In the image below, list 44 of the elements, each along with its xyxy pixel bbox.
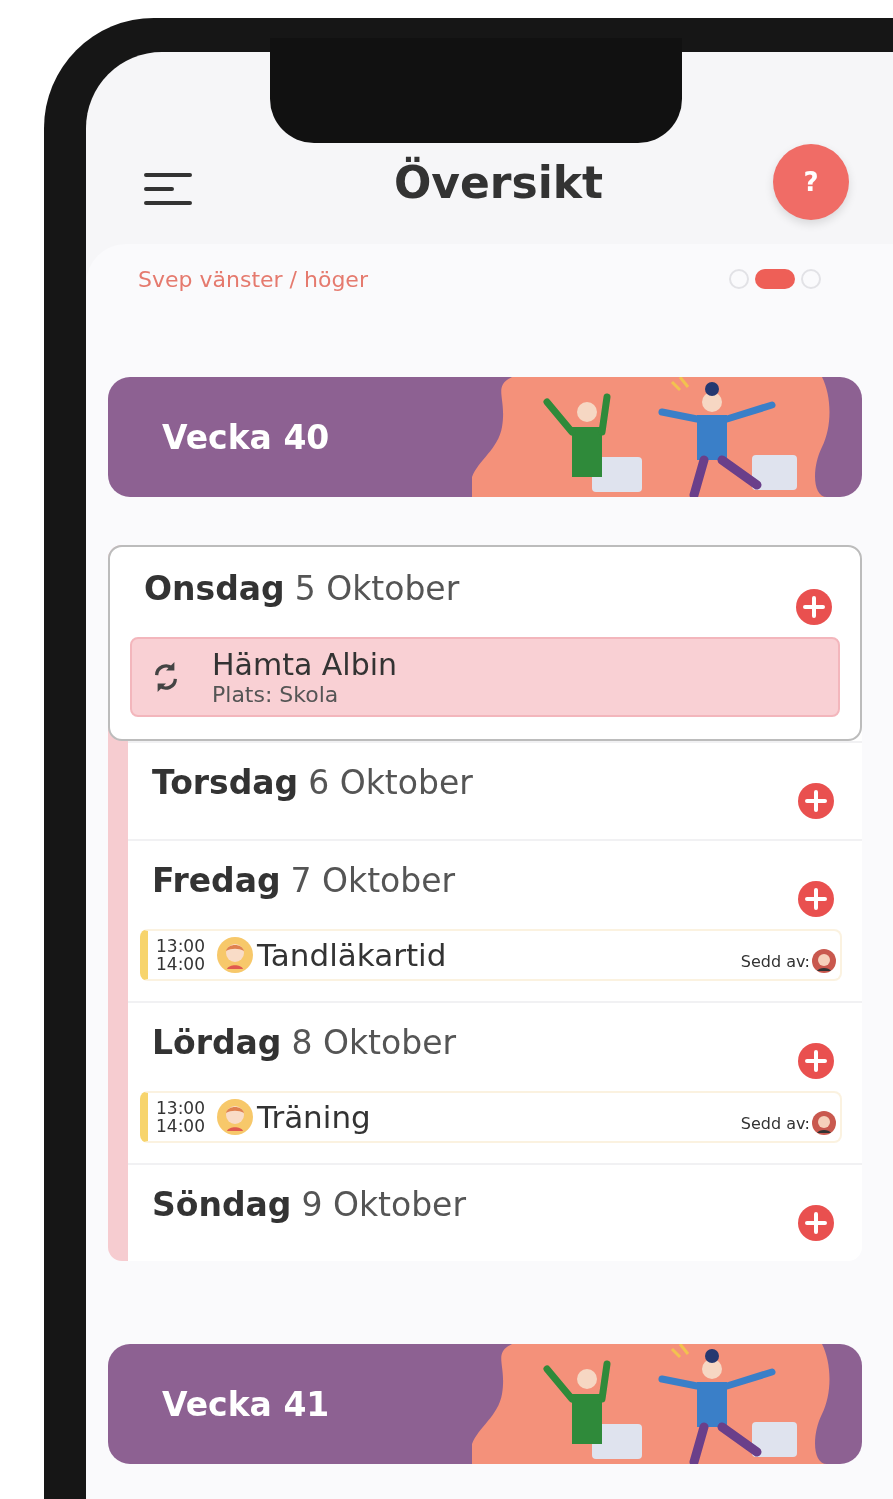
week-title: Vecka 41: [161, 1384, 330, 1424]
avatar-icon: [812, 1111, 836, 1135]
avatar-icon: [217, 937, 253, 973]
add-icon[interactable]: [798, 1205, 834, 1241]
avatar-icon: [217, 1099, 253, 1135]
end-time: 14:00: [156, 1117, 205, 1135]
event-card[interactable]: 13:00 14:00 Tandläkartid Sedd av:: [140, 929, 842, 981]
page-indicator-dot[interactable]: [801, 269, 821, 289]
day-row[interactable]: Fredag 7 Oktober 13:00 14:00 Tandläkartid Sedd av:: [128, 839, 862, 1001]
start-time: 13:00: [156, 937, 205, 955]
day-row[interactable]: Söndag 9 Oktober: [128, 1163, 862, 1261]
menu-icon[interactable]: [144, 172, 194, 206]
date-label: 6 Oktober: [308, 763, 473, 802]
page-title: Översikt: [392, 156, 605, 208]
day-row[interactable]: Onsdag 5 Oktober Hämta Albin Plats: Skola: [108, 545, 862, 741]
week-title: Vecka 40: [161, 417, 330, 457]
start-time: 13:00: [156, 1099, 205, 1117]
page-indicator-dot[interactable]: [729, 269, 749, 289]
weekday-label: Fredag: [152, 861, 281, 900]
add-icon[interactable]: [798, 1043, 834, 1079]
event-title: Tandläkartid: [257, 937, 448, 973]
day-row[interactable]: Torsdag 6 Oktober: [128, 741, 862, 839]
date-label: 8 Oktober: [291, 1023, 457, 1062]
event-title: Hämta Albin: [212, 647, 398, 682]
swipe-hint: Svep vänster / höger: [138, 266, 368, 292]
date-label: 5 Oktober: [294, 569, 460, 608]
date-label: 7 Oktober: [290, 861, 456, 900]
seen-by-label: Sedd av:: [740, 951, 810, 971]
event-title: Träning: [257, 1099, 372, 1135]
date-label: 9 Oktober: [301, 1185, 466, 1224]
end-time: 14:00: [156, 955, 205, 973]
add-icon[interactable]: [798, 881, 834, 917]
weekday-label: Onsdag: [144, 569, 285, 608]
event-place: Plats: Skola: [212, 682, 340, 707]
add-icon[interactable]: [796, 589, 832, 625]
day-row[interactable]: Lördag 8 Oktober 13:00 14:00 Träning Sedd av:: [128, 1001, 862, 1163]
add-icon[interactable]: [798, 783, 834, 819]
event-card[interactable]: 13:00 14:00 Träning Sedd av:: [140, 1091, 842, 1143]
weekday-label: Söndag: [152, 1185, 292, 1224]
weekday-label: Lördag: [152, 1023, 282, 1062]
event-card[interactable]: Hämta Albin Plats: Skola: [130, 637, 840, 717]
seen-by-label: Sedd av:: [740, 1113, 810, 1133]
weekday-label: Torsdag: [152, 763, 299, 802]
avatar-icon: [812, 949, 836, 973]
